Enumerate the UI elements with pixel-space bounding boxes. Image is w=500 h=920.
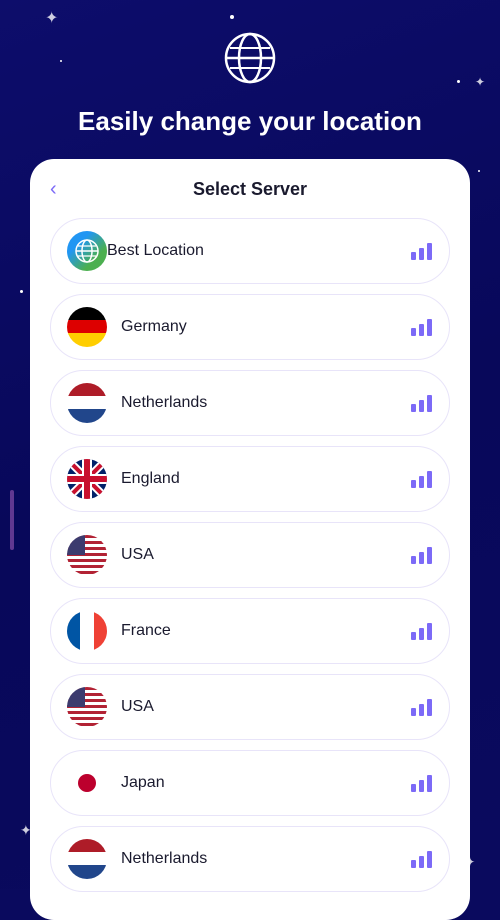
flag-icon xyxy=(67,687,107,727)
server-item[interactable]: Netherlands xyxy=(50,826,450,892)
server-item[interactable]: Japan xyxy=(50,750,450,816)
server-name: Best Location xyxy=(107,242,411,260)
server-name: Japan xyxy=(121,774,411,792)
flag-icon xyxy=(67,307,107,347)
card-header: ‹ Select Server xyxy=(50,179,450,200)
server-item[interactable]: Netherlands xyxy=(50,370,450,436)
signal-icon xyxy=(411,622,433,640)
signal-icon xyxy=(411,394,433,412)
flag-icon xyxy=(67,459,107,499)
server-name: Netherlands xyxy=(121,394,411,412)
star-decoration xyxy=(20,290,23,293)
server-list: Best Location Germany xyxy=(50,218,450,892)
signal-icon xyxy=(411,774,433,792)
card-title: Select Server xyxy=(193,179,307,200)
server-name: France xyxy=(121,622,411,640)
server-item[interactable]: Germany xyxy=(50,294,450,360)
server-item[interactable]: Best Location xyxy=(50,218,450,284)
server-select-card: ‹ Select Server Best Location xyxy=(30,159,470,920)
signal-icon xyxy=(411,698,433,716)
signal-icon xyxy=(411,470,433,488)
flag-icon xyxy=(67,839,107,879)
server-name: USA xyxy=(121,698,411,716)
server-item[interactable]: France xyxy=(50,598,450,664)
page-title: Easily change your location xyxy=(78,105,422,139)
flag-icon xyxy=(67,535,107,575)
server-item[interactable]: England xyxy=(50,446,450,512)
decorative-line xyxy=(10,490,14,550)
flag-icon xyxy=(67,383,107,423)
server-name: USA xyxy=(121,546,411,564)
globe-icon xyxy=(222,30,278,91)
server-name: England xyxy=(121,470,411,488)
back-button[interactable]: ‹ xyxy=(50,178,57,201)
signal-icon xyxy=(411,318,433,336)
signal-icon xyxy=(411,546,433,564)
flag-icon xyxy=(67,611,107,651)
flag-icon xyxy=(67,763,107,803)
server-item[interactable]: USA xyxy=(50,522,450,588)
signal-icon xyxy=(411,242,433,260)
server-item[interactable]: USA xyxy=(50,674,450,740)
flag-icon xyxy=(67,231,107,271)
server-name: Netherlands xyxy=(121,850,411,868)
star-decoration xyxy=(478,170,480,172)
server-name: Germany xyxy=(121,318,411,336)
signal-icon xyxy=(411,850,433,868)
